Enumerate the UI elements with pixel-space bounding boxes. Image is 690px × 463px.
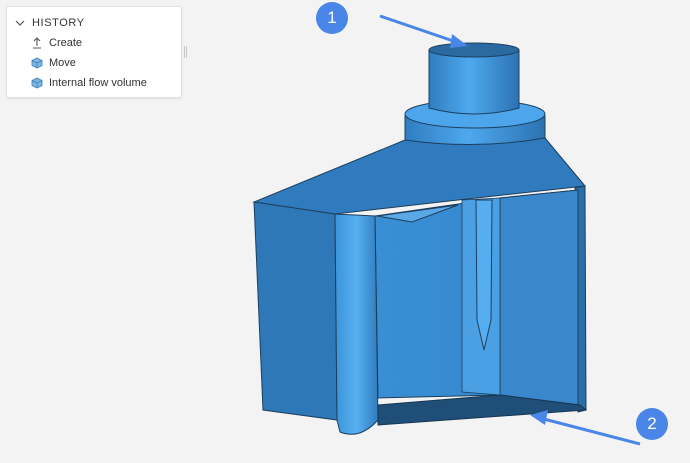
- model-top-cylinder: [428, 49, 520, 115]
- cube-icon: [31, 77, 43, 89]
- history-item-label: Internal flow volume: [49, 77, 147, 89]
- model-left-wall: [253, 201, 338, 421]
- chevron-down-icon: [15, 20, 25, 26]
- history-item-label: Create: [49, 37, 83, 49]
- history-item-label: Move: [49, 57, 76, 69]
- callout-1: 1: [316, 2, 348, 34]
- arrow-2: [539, 416, 641, 446]
- history-item-move[interactable]: Move: [31, 54, 76, 72]
- callout-2-label: 2: [647, 414, 657, 433]
- upload-icon: [33, 37, 41, 49]
- history-panel: HISTORY Create Move Internal flow volume: [6, 6, 182, 98]
- model-front-pillar: [334, 213, 379, 435]
- callout-2: 2: [636, 408, 668, 440]
- history-title: HISTORY: [32, 17, 85, 29]
- callout-1-label: 1: [327, 8, 337, 27]
- history-header[interactable]: HISTORY: [15, 13, 85, 33]
- model-inlet-pipe: [475, 199, 493, 351]
- arrow-1-head: [450, 34, 468, 48]
- model-inner-right-panel: [499, 189, 579, 406]
- history-item-internal-flow-volume[interactable]: Internal flow volume: [31, 74, 147, 92]
- model-top-cylinder-cap: [428, 42, 520, 58]
- history-item-create[interactable]: Create: [31, 34, 82, 52]
- panel-resize-handle[interactable]: [184, 46, 187, 58]
- cube-icon: [31, 57, 43, 69]
